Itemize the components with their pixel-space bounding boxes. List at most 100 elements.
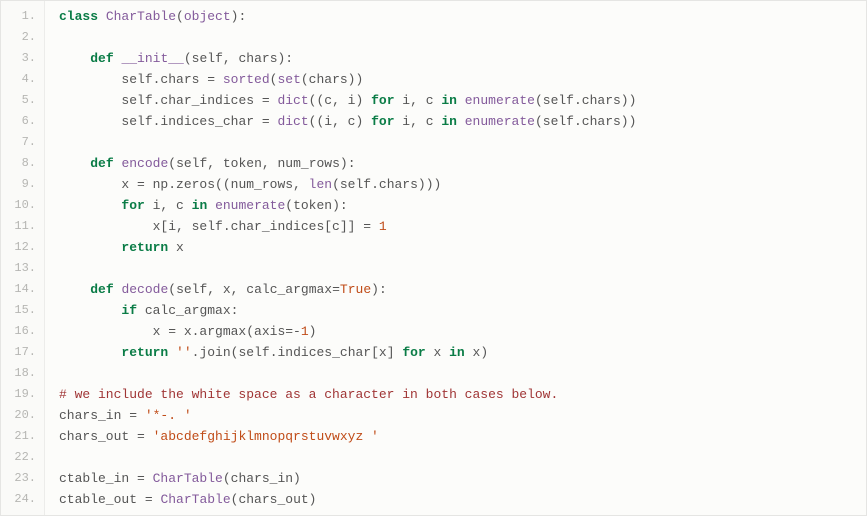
code-token: set (277, 72, 300, 87)
code-token: self (543, 114, 574, 129)
code-token (59, 303, 121, 318)
code-token: return (121, 240, 168, 255)
code-token: sorted (223, 72, 270, 87)
code-token: enumerate (215, 198, 285, 213)
code-token: = (262, 93, 278, 108)
code-area: class CharTable(object): def __init__(se… (45, 1, 866, 515)
code-token: self (59, 93, 153, 108)
code-token (168, 345, 176, 360)
line-number: 10. (1, 195, 44, 216)
code-line: if calc_argmax: (59, 300, 866, 321)
code-token (59, 156, 90, 171)
code-token: self (238, 345, 269, 360)
code-token: x[i, (59, 219, 192, 234)
line-number: 23. (1, 468, 44, 489)
code-token: for (371, 114, 394, 129)
code-line (59, 363, 866, 384)
code-token: .chars)) (574, 93, 636, 108)
code-token: ( (184, 51, 192, 66)
code-token: self (59, 72, 153, 87)
code-token: self (192, 51, 223, 66)
code-line: return x (59, 237, 866, 258)
code-token: , x, calc_argmax (207, 282, 332, 297)
line-number: 24. (1, 489, 44, 510)
code-token: .chars (153, 72, 208, 87)
code-token (59, 51, 90, 66)
code-line: def encode(self, token, num_rows): (59, 153, 866, 174)
code-token: = (363, 219, 379, 234)
code-token: 'abcdefghijklmnopqrstuvwxyz ' (153, 429, 379, 444)
code-line: self.indices_char = dict((i, c) for i, c… (59, 111, 866, 132)
code-token: ) (309, 324, 317, 339)
code-token: .indices_char (153, 114, 262, 129)
code-token: self (59, 114, 153, 129)
code-token: .indices_char[x] (270, 345, 403, 360)
code-token: ((i, c) (309, 114, 371, 129)
line-number: 17. (1, 342, 44, 363)
code-token: ( (168, 156, 176, 171)
code-token: chars_out (59, 429, 137, 444)
code-line: def __init__(self, chars): (59, 48, 866, 69)
code-token: np.zeros((num_rows, (153, 177, 309, 192)
code-line: chars_in = '*-. ' (59, 405, 866, 426)
code-token: class (59, 9, 106, 24)
code-token: = (168, 324, 184, 339)
code-token (207, 198, 215, 213)
code-token: self (340, 177, 371, 192)
code-token: CharTable (106, 9, 176, 24)
code-line: ctable_in = CharTable(chars_in) (59, 468, 866, 489)
code-token: object (184, 9, 231, 24)
line-number: 21. (1, 426, 44, 447)
code-line: # we include the white space as a charac… (59, 384, 866, 405)
code-line: ctable_out = CharTable(chars_out) (59, 489, 866, 510)
code-token: ( (176, 9, 184, 24)
code-token: x.argmax(axis (184, 324, 285, 339)
code-token: in (449, 345, 465, 360)
code-token: self (192, 219, 223, 234)
code-token: x (168, 240, 184, 255)
code-line: x = x.argmax(axis=-1) (59, 321, 866, 342)
line-number: 9. (1, 174, 44, 195)
code-token: in (192, 198, 208, 213)
code-token: ): (371, 282, 387, 297)
code-token: 1 (379, 219, 387, 234)
code-line (59, 447, 866, 468)
line-number: 19. (1, 384, 44, 405)
line-number: 2. (1, 27, 44, 48)
code-token: (chars_out) (231, 492, 317, 507)
code-token: len (309, 177, 332, 192)
code-editor: 1.2.3.4.5.6.7.8.9.10.11.12.13.14.15.16.1… (1, 1, 866, 515)
code-token: = (207, 72, 223, 87)
code-line: def decode(self, x, calc_argmax=True): (59, 279, 866, 300)
code-token: = (137, 429, 153, 444)
code-token: def (90, 156, 121, 171)
code-token: (token): (285, 198, 347, 213)
code-line: class CharTable(object): (59, 6, 866, 27)
line-number: 3. (1, 48, 44, 69)
line-number: 18. (1, 363, 44, 384)
code-token: i, c (145, 198, 192, 213)
code-token: ctable_in (59, 471, 137, 486)
code-token: True (340, 282, 371, 297)
code-token: ( (535, 114, 543, 129)
line-number-gutter: 1.2.3.4.5.6.7.8.9.10.11.12.13.14.15.16.1… (1, 1, 45, 515)
code-token: .char_indices (153, 93, 262, 108)
code-token: dict (277, 114, 308, 129)
line-number: 14. (1, 279, 44, 300)
code-token: for (402, 345, 425, 360)
code-token: self (176, 156, 207, 171)
line-number: 4. (1, 69, 44, 90)
code-token: for (371, 93, 394, 108)
line-number: 7. (1, 132, 44, 153)
code-line (59, 27, 866, 48)
code-line: self.char_indices = dict((c, i) for i, c… (59, 90, 866, 111)
code-token: x) (465, 345, 488, 360)
code-token (59, 282, 90, 297)
line-number: 13. (1, 258, 44, 279)
code-token: i, c (395, 114, 442, 129)
line-number: 5. (1, 90, 44, 111)
code-token: ): (231, 9, 247, 24)
code-line: for i, c in enumerate(token): (59, 195, 866, 216)
code-token (59, 345, 121, 360)
code-token: = (137, 177, 153, 192)
